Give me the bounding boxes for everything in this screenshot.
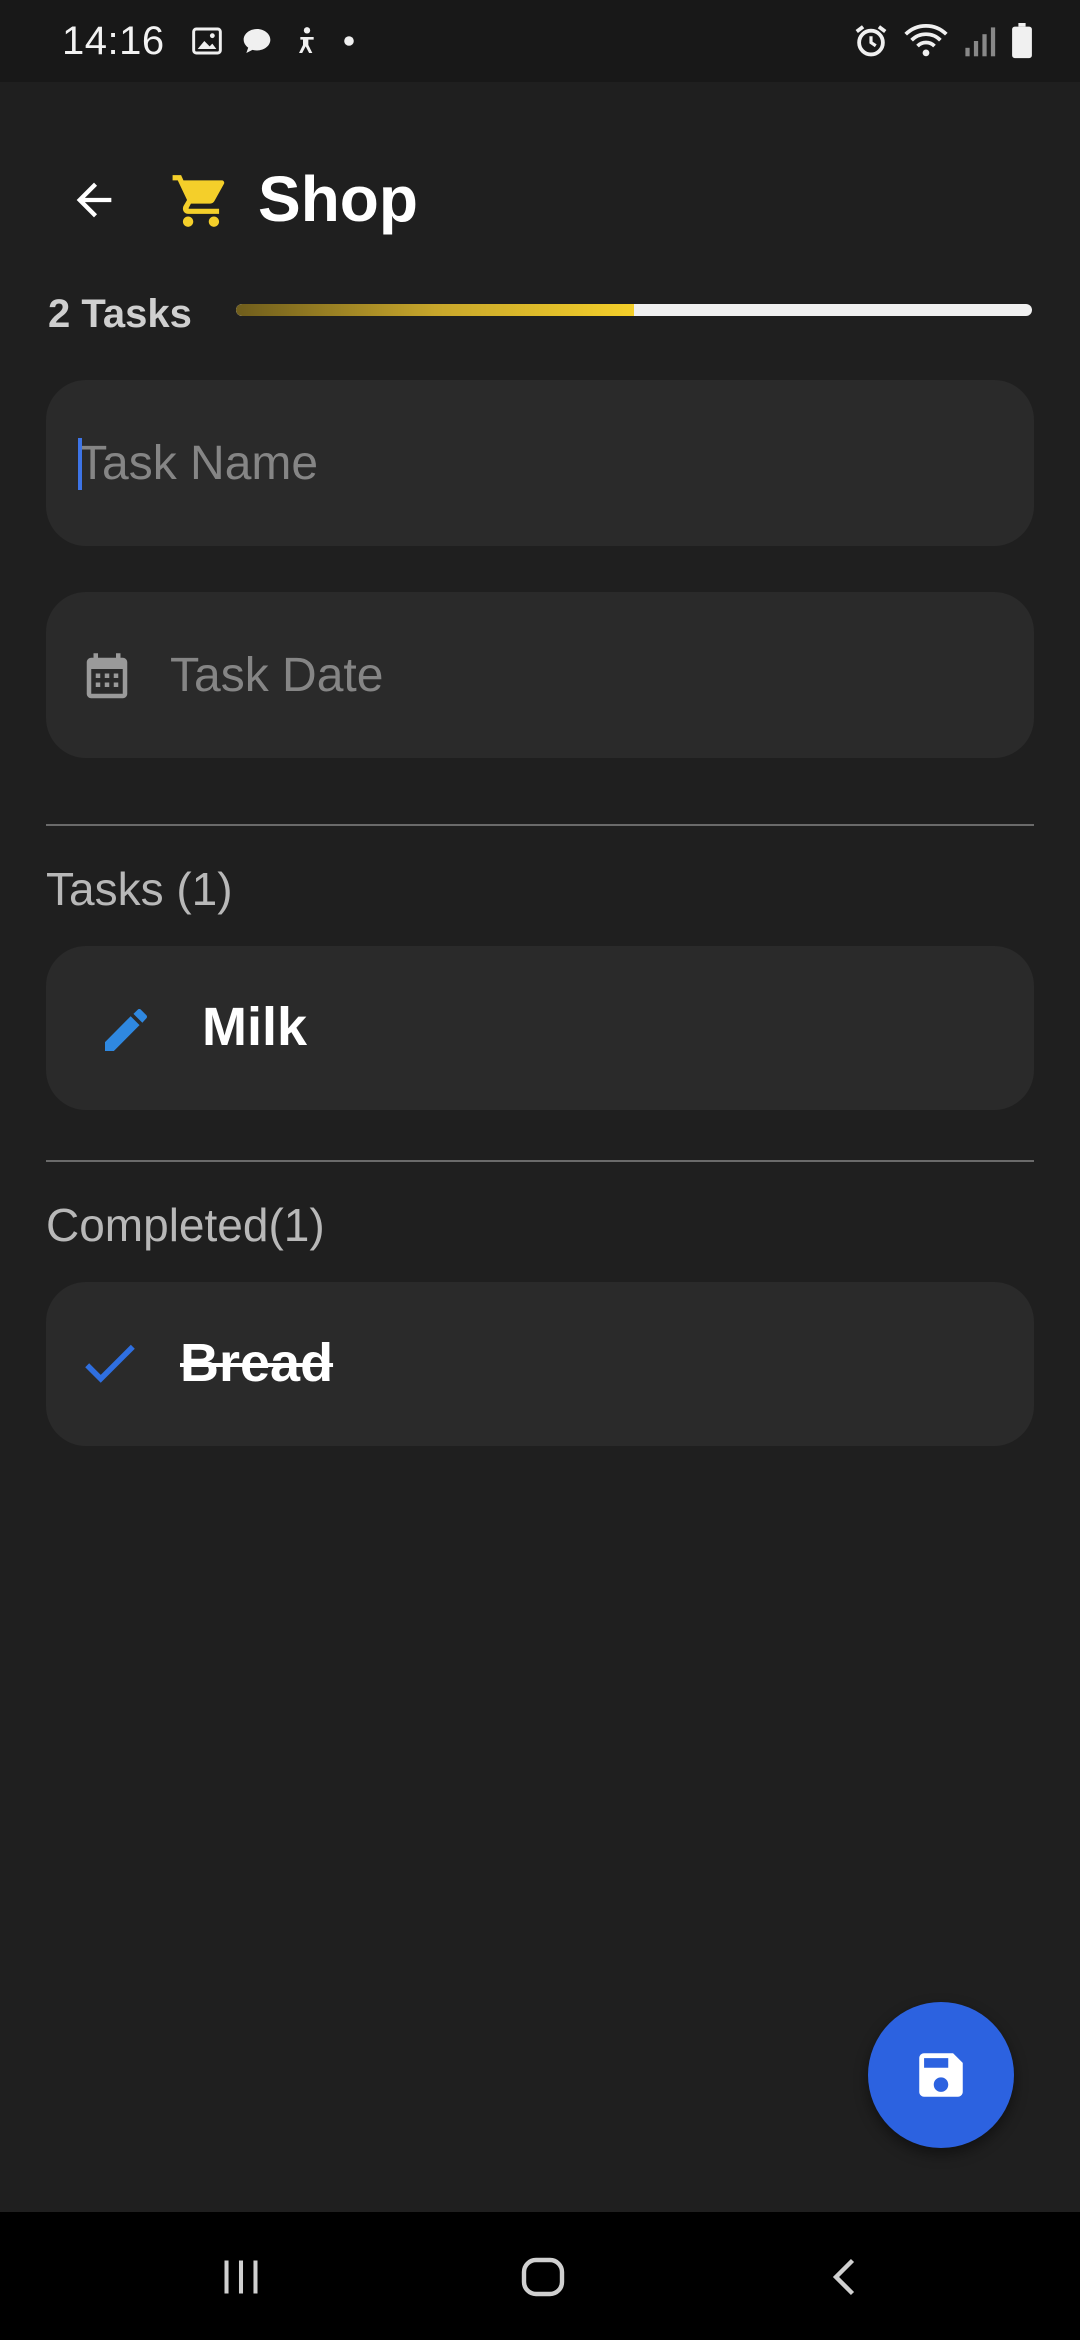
alarm-icon: [852, 22, 890, 60]
page-title: Shop: [258, 163, 418, 235]
text-cursor: [78, 438, 82, 490]
save-button[interactable]: [868, 2002, 1014, 2148]
back-icon: [832, 2258, 855, 2296]
completed-section-label: Completed(1): [46, 1199, 325, 1251]
app-screen: Shop 2 Tasks Tasks (1) Milk Completed(1)…: [0, 82, 1080, 2212]
signal-icon: [962, 24, 996, 58]
home-icon: [521, 2257, 565, 2297]
back-button[interactable]: [56, 168, 132, 232]
divider: [46, 1160, 1034, 1162]
edit-icon[interactable]: [98, 1002, 154, 1058]
status-bar: 14:16: [0, 0, 1080, 82]
completed-item-label: Bread: [180, 1333, 334, 1393]
battery-icon: [1010, 23, 1034, 59]
task-item[interactable]: Milk: [46, 946, 1034, 1110]
progress-bar-fill: [236, 304, 634, 316]
calendar-icon: [86, 653, 128, 699]
divider: [46, 824, 1034, 826]
status-left: 14:16: [62, 19, 357, 64]
task-item-label: Milk: [202, 997, 308, 1057]
progress-bar: [236, 304, 1032, 316]
check-icon[interactable]: [82, 1342, 138, 1386]
image-icon: [191, 25, 223, 57]
task-count-label: 2 Tasks: [48, 292, 192, 336]
recent-apps-icon: [224, 2260, 258, 2294]
shopping-cart-icon: [172, 175, 225, 227]
home-button[interactable]: [498, 2242, 588, 2312]
progress-row: 2 Tasks: [0, 282, 1080, 352]
status-time: 14:16: [62, 18, 165, 63]
wifi-icon: [904, 22, 948, 60]
task-date-field[interactable]: [46, 592, 1034, 758]
task-name-input[interactable]: [78, 380, 1008, 546]
chat-icon: [241, 25, 273, 57]
save-icon: [919, 2053, 963, 2097]
task-name-field[interactable]: [46, 380, 1034, 546]
arrow-left-icon: [76, 182, 112, 218]
back-nav-button[interactable]: [802, 2242, 892, 2312]
accessibility-icon: [291, 25, 323, 57]
completed-item[interactable]: Bread: [46, 1282, 1034, 1446]
recent-apps-button[interactable]: [196, 2242, 286, 2312]
task-date-input[interactable]: [170, 592, 1010, 758]
header: Shop: [0, 140, 1080, 260]
dot-icon: [341, 33, 357, 49]
status-right: [852, 22, 1034, 60]
navigation-bar: [0, 2212, 1080, 2340]
tasks-section-label: Tasks (1): [46, 863, 233, 915]
